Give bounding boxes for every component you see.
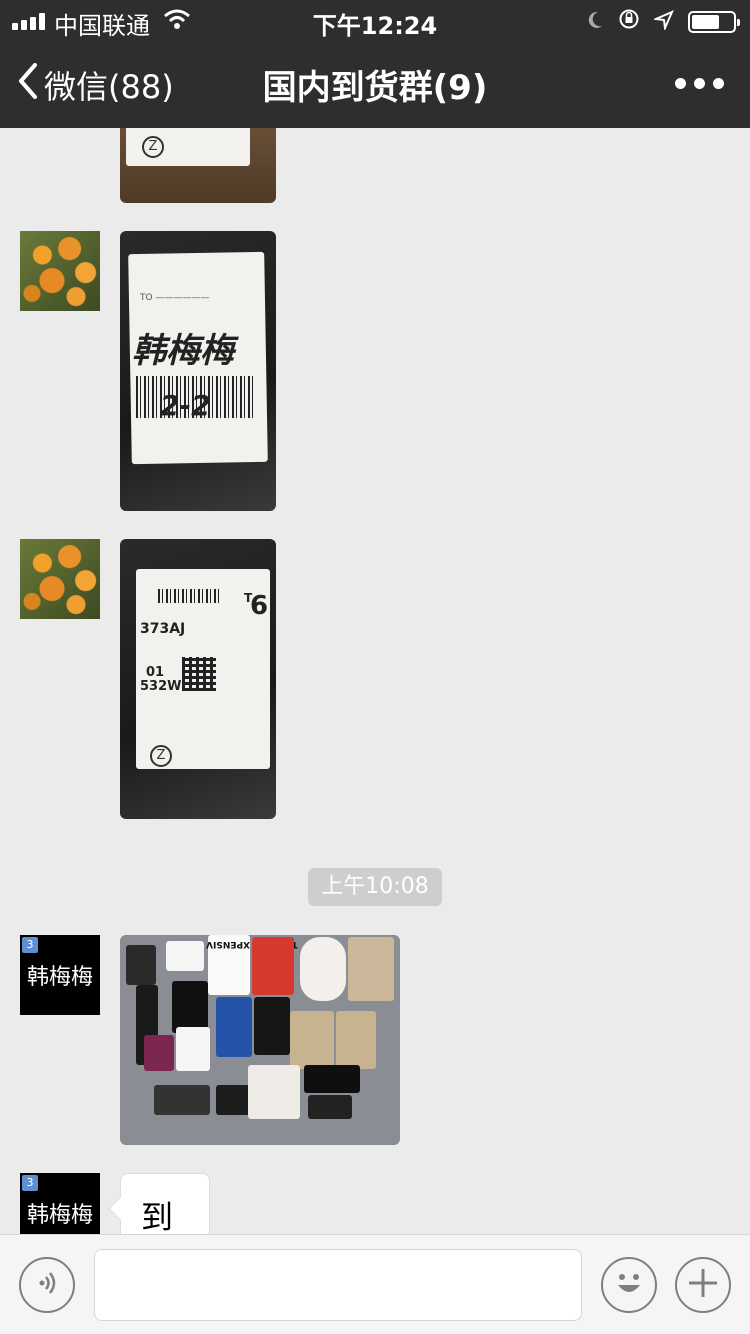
avatar-name: 韩梅梅 [26,1203,93,1228]
battery-icon [688,11,740,33]
z-logo: Z [150,745,172,767]
voice-button[interactable] [19,1257,75,1313]
rotation-lock-icon [618,8,640,36]
location-icon [652,8,674,36]
chat-title: 国内到货群(9) [262,68,488,108]
navigation-bar: 微信(88) 国内到货群(9) [0,40,750,128]
top-bar: 中国联通 下午12:24 微信(88) 国内到货群(9) [0,0,750,128]
avatar-text[interactable]: 3 韩梅梅 [20,1173,100,1234]
message-photo-clothes[interactable]: T'S VERY XPENSIV [120,935,400,1145]
smiley-icon [609,1263,649,1307]
avatar-badge: 3 [22,1175,38,1191]
label-row-1: 01 [146,665,165,680]
plus-icon [686,1266,720,1304]
message-photo-package-2[interactable]: TO —————— 韩梅梅 2-2 [120,231,276,511]
message-bubble-text[interactable]: 到 [120,1173,210,1234]
avatar-badge: 3 [22,937,38,953]
status-right-icons [586,8,740,36]
avatar-text[interactable]: 3 韩梅梅 [20,935,100,1015]
wechat-chat-screen: 中国联通 下午12:24 微信(88) 国内到货群(9) Z TO ——————… [0,0,750,1334]
emoji-button[interactable] [601,1257,657,1313]
avatar-name: 韩梅梅 [26,965,93,990]
input-toolbar [0,1234,750,1334]
package-handwriting: 韩梅梅 [132,331,234,371]
label-number: 6 [250,591,269,621]
more-icon[interactable] [675,78,724,89]
avatar[interactable] [20,231,100,311]
z-logo: Z [142,136,164,158]
moon-icon [586,8,604,36]
message-input[interactable] [94,1249,582,1321]
message-photo-package-1[interactable]: Z [120,128,276,203]
voice-icon [32,1268,62,1302]
label-row-2: 532W [140,679,182,694]
avatar[interactable] [20,539,100,619]
message-list[interactable]: Z TO —————— 韩梅梅 2-2 T 6 373AJ 01 532W Z … [0,128,750,1234]
package-note: 2-2 [160,389,211,422]
message-photo-package-3[interactable]: T 6 373AJ 01 532W Z [120,539,276,819]
status-bar: 中国联通 下午12:24 [0,0,750,40]
message-timestamp: 上午10:08 [308,868,442,906]
more-functions-button[interactable] [675,1257,731,1313]
label-code: 373AJ [140,621,186,637]
